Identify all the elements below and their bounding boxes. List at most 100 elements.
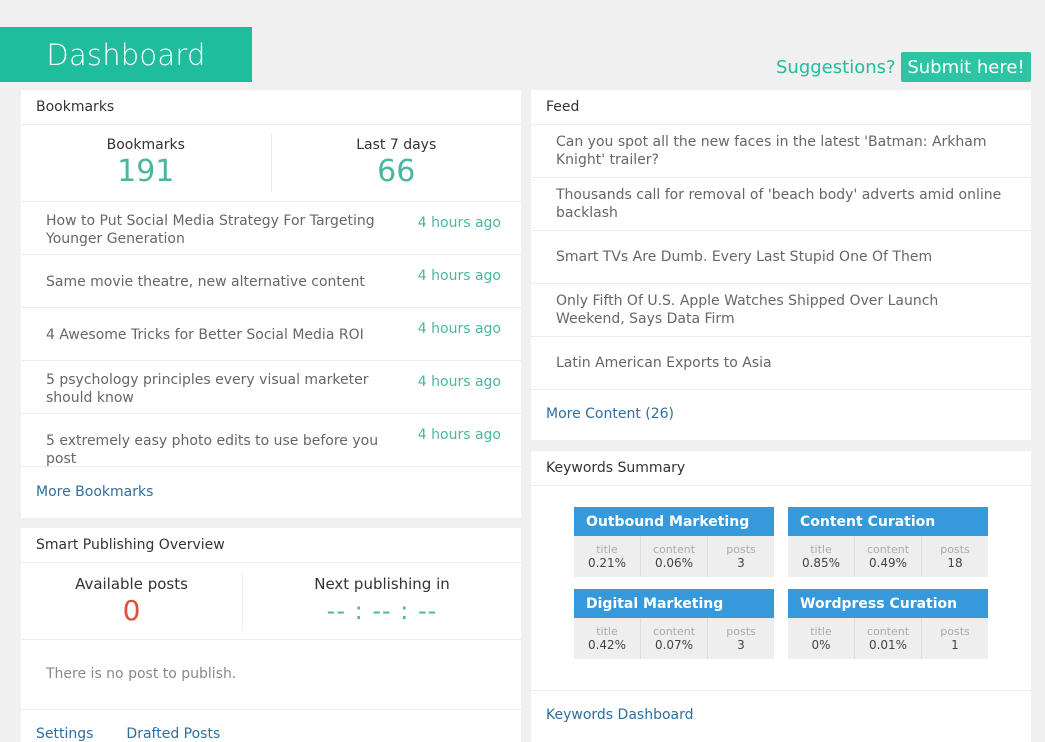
empty-message: There is no post to publish. <box>21 640 521 710</box>
metric-value: 3 <box>737 555 745 570</box>
panel-title: Feed <box>531 90 1031 125</box>
metric-value: 0.21% <box>587 555 627 570</box>
metric-value: 1 <box>951 637 959 652</box>
bookmark-title[interactable]: 4 Awesome Tricks for Better Social Media… <box>46 326 401 344</box>
keyword-metrics: title 0.85% content 0.49% posts 18 <box>788 536 988 577</box>
metric-label: posts <box>940 542 970 556</box>
feed-panel: Feed Can you spot all the new faces in t… <box>531 90 1031 440</box>
metric-value: 0.49% <box>868 555 908 570</box>
keywords-grid: Outbound Marketing title 0.21% content 0.0… <box>531 486 1031 691</box>
stat-value: 191 <box>117 154 175 189</box>
keyword-card[interactable]: Outbound Marketing title 0.21% content 0.0… <box>574 507 774 577</box>
metric-title: title 0.21% <box>574 536 640 577</box>
bookmark-item[interactable]: Same movie theatre, new alternative cont… <box>21 255 521 308</box>
stat-label: Last 7 days <box>356 137 437 153</box>
keyword-name[interactable]: Digital Marketing <box>574 589 774 618</box>
bookmark-title[interactable]: 5 extremely easy photo edits to use befo… <box>46 432 401 468</box>
stat-last-7-days: Last 7 days 66 <box>270 134 522 192</box>
metric-posts: posts 3 <box>707 618 774 659</box>
bookmark-time: 4 hours ago <box>417 215 501 231</box>
metric-label: content <box>652 624 696 638</box>
publishing-stats: Available posts 0 Next publishing in -- … <box>21 563 521 640</box>
bookmark-time: 4 hours ago <box>417 321 501 337</box>
countdown-timer: -- : -- : -- <box>326 597 438 625</box>
bookmark-stats: Bookmarks 191 Last 7 days 66 <box>21 125 521 202</box>
metric-value: 0.42% <box>587 637 627 652</box>
keyword-metrics: title 0.21% content 0.06% posts 3 <box>574 536 774 577</box>
feed-item[interactable]: Smart TVs Are Dumb. Every Last Stupid On… <box>531 231 1031 284</box>
keyword-name[interactable]: Content Curation <box>788 507 988 536</box>
metric-content: content 0.49% <box>854 536 921 577</box>
keywords-summary-panel: Keywords Summary Outbound Marketing titl… <box>531 451 1031 742</box>
bookmark-title[interactable]: Same movie theatre, new alternative cont… <box>46 273 401 291</box>
stat-available-posts: Available posts 0 <box>21 563 242 639</box>
metric-label: title <box>810 542 832 556</box>
drafted-posts-link[interactable]: Drafted Posts <box>126 726 220 742</box>
metric-label: title <box>596 624 618 638</box>
metric-value: 18 <box>947 555 963 570</box>
bookmark-item[interactable]: 5 psychology principles every visual mar… <box>21 361 521 414</box>
metric-value: 0% <box>811 637 831 652</box>
stat-label: Bookmarks <box>106 137 185 153</box>
feed-item[interactable]: Latin American Exports to Asia <box>531 337 1031 390</box>
page-title: Dashboard <box>0 27 252 82</box>
metric-posts: posts 1 <box>921 618 988 659</box>
feed-item[interactable]: Can you spot all the new faces in the la… <box>531 125 1031 178</box>
metric-posts: posts 3 <box>707 536 774 577</box>
smart-publishing-panel: Smart Publishing Overview Available post… <box>21 528 521 742</box>
metric-label: posts <box>726 624 756 638</box>
bookmark-time: 4 hours ago <box>417 268 501 284</box>
metric-content: content 0.01% <box>854 618 921 659</box>
keyword-metrics: title 0.42% content 0.07% posts 3 <box>574 618 774 659</box>
metric-value: 0.85% <box>801 555 841 570</box>
stat-value: 0 <box>122 594 141 627</box>
stat-label: Next publishing in <box>314 575 450 593</box>
metric-posts: posts 18 <box>921 536 988 577</box>
settings-link[interactable]: Settings <box>36 726 93 742</box>
keyword-card[interactable]: Digital Marketing title 0.42% content 0.07… <box>574 589 774 659</box>
stat-bookmarks: Bookmarks 191 <box>21 125 271 201</box>
metric-content: content 0.06% <box>640 536 707 577</box>
metric-title: title 0.85% <box>788 536 854 577</box>
metric-content: content 0.07% <box>640 618 707 659</box>
panel-title: Keywords Summary <box>531 451 1031 486</box>
keyword-card[interactable]: Wordpress Curation title 0% content 0.01% … <box>788 589 988 659</box>
feed-item[interactable]: Thousands call for removal of 'beach bod… <box>531 178 1031 231</box>
panel-title: Smart Publishing Overview <box>21 528 521 563</box>
keyword-name[interactable]: Wordpress Curation <box>788 589 988 618</box>
metric-label: content <box>652 542 696 556</box>
keyword-metrics: title 0% content 0.01% posts 1 <box>788 618 988 659</box>
metric-label: title <box>810 624 832 638</box>
more-bookmarks-link[interactable]: More Bookmarks <box>21 467 521 517</box>
metric-value: 0.06% <box>654 555 694 570</box>
feed-item[interactable]: Only Fifth Of U.S. Apple Watches Shipped… <box>531 284 1031 337</box>
bookmark-time: 4 hours ago <box>417 427 501 443</box>
metric-value: 0.01% <box>868 637 908 652</box>
keywords-dashboard-link[interactable]: Keywords Dashboard <box>531 691 1031 739</box>
bookmark-item[interactable]: 5 extremely easy photo edits to use befo… <box>21 414 521 467</box>
stat-next-publishing: Next publishing in -- : -- : -- <box>242 572 521 630</box>
bookmark-item[interactable]: How to Put Social Media Strategy For Tar… <box>21 202 521 255</box>
stat-value: 66 <box>377 154 416 189</box>
more-content-link[interactable]: More Content (26) <box>531 390 1031 438</box>
bookmarks-panel: Bookmarks Bookmarks 191 Last 7 days 66 H… <box>21 90 521 518</box>
metric-value: 3 <box>737 637 745 652</box>
metric-value: 0.07% <box>654 637 694 652</box>
publishing-links: Settings Drafted Posts <box>21 710 521 742</box>
keyword-card[interactable]: Content Curation title 0.85% content 0.49%… <box>788 507 988 577</box>
metric-label: content <box>866 624 910 638</box>
metric-label: posts <box>726 542 756 556</box>
metric-label: content <box>866 542 910 556</box>
metric-label: posts <box>940 624 970 638</box>
metric-title: title 0.42% <box>574 618 640 659</box>
suggestions-text: Suggestions? <box>776 57 896 78</box>
bookmark-item[interactable]: 4 Awesome Tricks for Better Social Media… <box>21 308 521 361</box>
stat-label: Available posts <box>75 575 188 593</box>
bookmark-time: 4 hours ago <box>417 374 501 390</box>
bookmark-title[interactable]: 5 psychology principles every visual mar… <box>46 371 401 407</box>
keyword-name[interactable]: Outbound Marketing <box>574 507 774 536</box>
submit-suggestion-button[interactable]: Submit here! <box>901 52 1031 82</box>
panel-title: Bookmarks <box>21 90 521 125</box>
metric-title: title 0% <box>788 618 854 659</box>
bookmark-title[interactable]: How to Put Social Media Strategy For Tar… <box>46 212 401 248</box>
